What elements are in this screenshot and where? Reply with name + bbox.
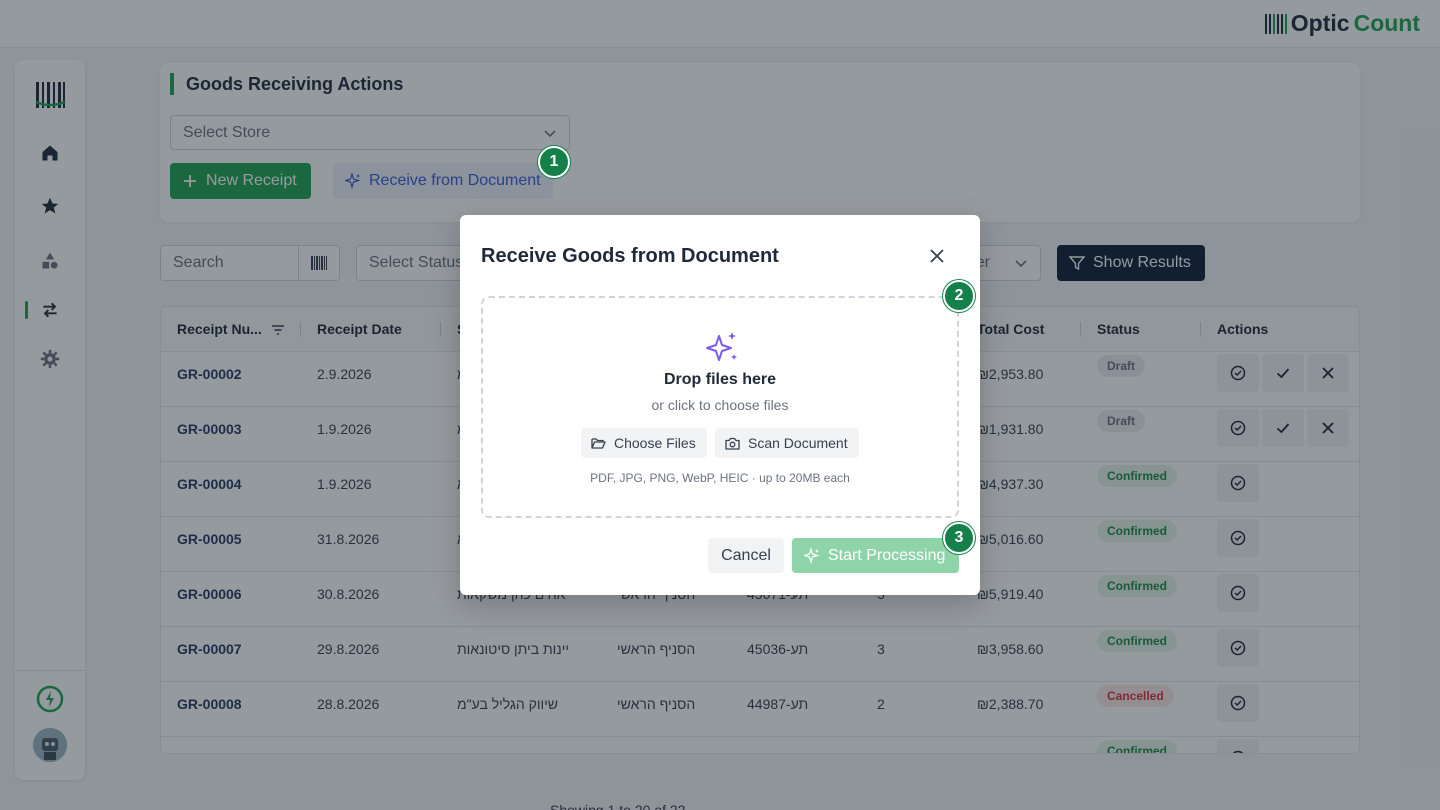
choose-files-button[interactable]: Choose Files <box>581 428 707 458</box>
step-badge-2: 2 <box>943 280 975 312</box>
scan-document-button[interactable]: Scan Document <box>715 428 859 458</box>
dialog-title: Receive Goods from Document <box>481 245 779 267</box>
dropzone-title: Drop files here <box>663 371 777 388</box>
cancel-button[interactable]: Cancel <box>708 538 784 573</box>
receive-goods-dialog: Receive Goods from Document Drop files h… <box>460 215 980 595</box>
step-badge-1: 1 <box>538 146 570 178</box>
dropzone-subtitle: or click to choose files <box>651 397 789 413</box>
file-types-hint: PDF, JPG, PNG, WebP, HEIC · up to 20MB e… <box>590 471 850 485</box>
sparkles-icon <box>706 332 737 361</box>
sparkles-icon <box>804 547 820 564</box>
close-icon <box>930 249 944 263</box>
scan-document-label: Scan Document <box>748 435 848 451</box>
camera-icon <box>725 437 740 450</box>
folder-open-icon <box>591 437 606 449</box>
file-dropzone[interactable]: Drop files here or click to choose files… <box>481 296 959 518</box>
choose-files-label: Choose Files <box>614 435 696 451</box>
close-button[interactable] <box>926 245 948 267</box>
step-badge-3: 3 <box>943 522 975 554</box>
start-processing-button[interactable]: Start Processing <box>792 538 959 573</box>
start-processing-label: Start Processing <box>828 546 946 564</box>
